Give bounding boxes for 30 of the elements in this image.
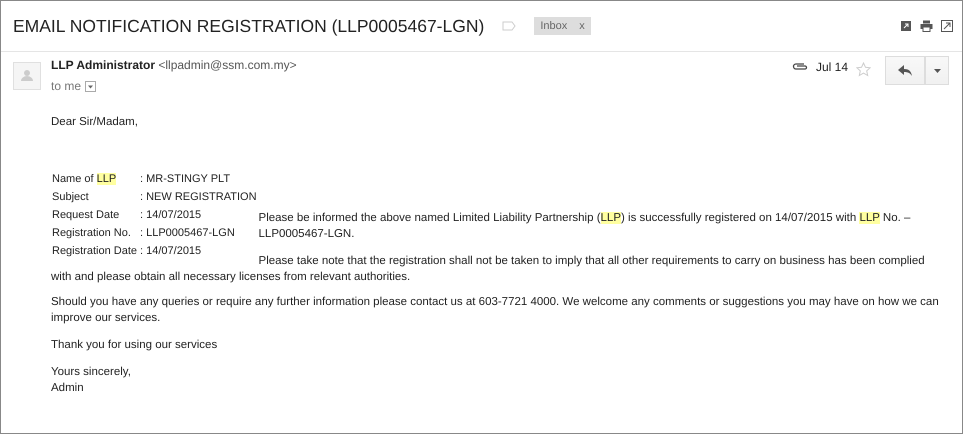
closing-text: Yours sincerely,	[51, 365, 132, 380]
field-label: Registration No.	[52, 226, 132, 241]
closing-text: Admin	[51, 381, 85, 396]
recipient-text: to me	[51, 79, 82, 93]
field-value: : LLP0005467-LGN	[140, 226, 236, 241]
field-label: Request Date	[52, 208, 120, 223]
field-label: Name of LLP	[52, 172, 118, 187]
details-dropdown-icon[interactable]	[85, 80, 96, 92]
body-paragraph: Thank you for using our services	[51, 338, 218, 353]
label-text: Inbox	[540, 20, 568, 32]
reply-button[interactable]	[885, 56, 925, 85]
remove-label-button[interactable]: x	[579, 20, 585, 32]
expand-icon[interactable]	[941, 20, 953, 32]
avatar-icon	[13, 62, 41, 90]
email-date: Jul 14	[816, 60, 848, 74]
sender-email: <llpadmin@ssm.com.my>	[158, 58, 297, 72]
reply-icon	[898, 65, 912, 76]
greeting-text: Dear Sir/Madam,	[51, 115, 139, 130]
email-subject: EMAIL NOTIFICATION REGISTRATION (LLP0005467-LGN)	[13, 16, 484, 36]
field-label: Subject	[52, 190, 90, 205]
caret-icon	[934, 68, 940, 72]
print-icon[interactable]	[920, 20, 933, 32]
label-chip[interactable]: Inbox x	[534, 17, 591, 35]
sender-name: LLP Administrator	[51, 58, 156, 72]
field-value: : NEW REGISTRATION	[140, 190, 257, 205]
field-value: : MR-STINGY PLT	[140, 172, 232, 187]
body-paragraph: Should you have any queries or require any further information please contact us at 603-7721 4000. We welcome any comments or suggestions you may have on how we can improve our services.	[51, 295, 940, 326]
new-window-icon[interactable]	[900, 20, 912, 32]
star-icon[interactable]	[856, 62, 871, 77]
field-value: : 14/07/2015	[140, 208, 202, 223]
